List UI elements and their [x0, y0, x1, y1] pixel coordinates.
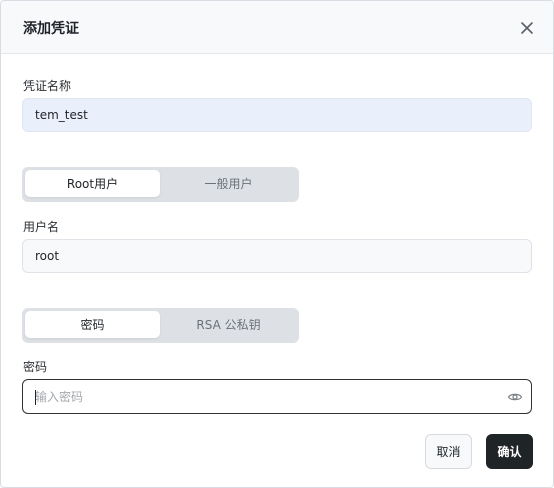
normal-user-option[interactable]: 一般用户: [161, 170, 296, 197]
dialog-title: 添加凭证: [23, 21, 79, 37]
password-input[interactable]: [35, 389, 495, 404]
auth-type-switch: 密码 RSA 公私钥: [22, 308, 299, 343]
close-icon[interactable]: [517, 18, 537, 38]
root-user-option[interactable]: Root用户: [25, 170, 160, 197]
user-type-switch: Root用户 一般用户: [22, 167, 299, 202]
eye-icon[interactable]: [507, 389, 523, 405]
confirm-button[interactable]: 确认: [486, 434, 533, 469]
dialog-header: 添加凭证: [1, 1, 553, 54]
password-label: 密码: [23, 360, 48, 374]
add-credential-dialog: 添加凭证 凭证名称 tem_test Root用户 一般用户 用户名 root …: [0, 0, 554, 488]
password-input-wrapper: [22, 379, 532, 414]
credential-name-label: 凭证名称: [23, 79, 72, 93]
password-option[interactable]: 密码: [25, 311, 160, 338]
rsa-key-option[interactable]: RSA 公私钥: [161, 311, 296, 338]
username-field[interactable]: root: [22, 239, 532, 273]
username-label: 用户名: [23, 220, 60, 234]
credential-name-field[interactable]: tem_test: [22, 98, 532, 132]
cancel-button[interactable]: 取消: [425, 434, 472, 469]
text-caret: [35, 390, 36, 405]
